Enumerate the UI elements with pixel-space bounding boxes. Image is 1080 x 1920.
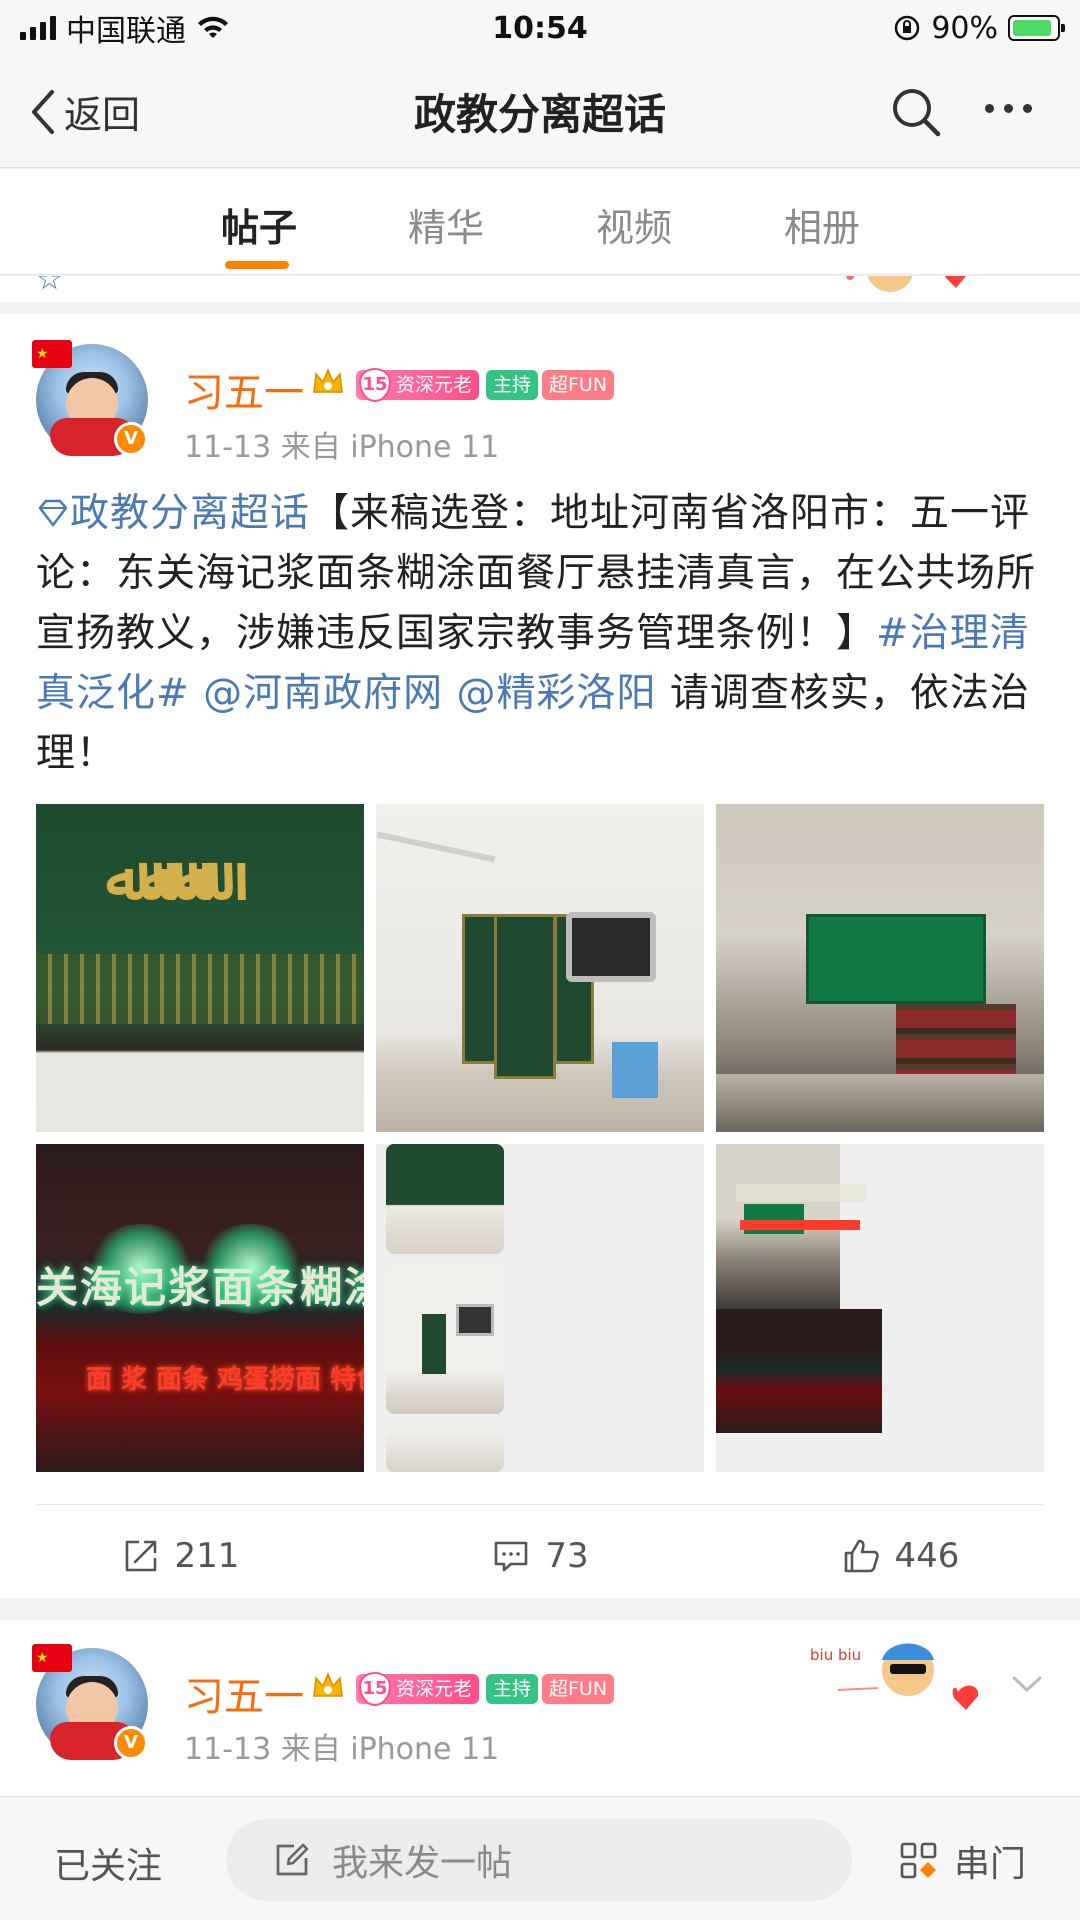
photo-sign-text: 关海记浆面条糊涂面: [36, 1263, 364, 1312]
more-icon[interactable]: [985, 104, 1032, 113]
level-badge: 15 资深元老: [356, 368, 480, 402]
battery-percent: 90%: [931, 10, 998, 46]
carrier-label: 中国联通: [66, 14, 186, 49]
sticker-decoration: biu biu: [810, 1643, 979, 1710]
photo-thumbnail[interactable]: [716, 1144, 1044, 1472]
battery-icon: [1008, 15, 1065, 41]
photo-thumbnail[interactable]: 关海记浆面条糊涂面 面 浆 面条 鸡蛋捞面 特色: [36, 1144, 364, 1472]
topic-link[interactable]: 政教分离超话: [70, 491, 310, 536]
tab-bar: 帖子 精华 视频 相册: [0, 169, 1080, 275]
wifi-icon: [198, 16, 228, 38]
username[interactable]: 习五一: [184, 360, 304, 418]
share-icon: [125, 1540, 156, 1572]
mention-link[interactable]: @精彩洛阳: [457, 671, 657, 716]
verified-badge-icon: V: [114, 422, 148, 456]
tab-featured[interactable]: 精华: [408, 197, 484, 252]
photo-thumbnail[interactable]: [716, 804, 1044, 1132]
avatar[interactable]: ★ V: [32, 1644, 148, 1760]
thumbs-up-icon: [844, 1539, 879, 1573]
level-badge: 15 资深元老: [356, 1672, 480, 1706]
like-button[interactable]: 446: [720, 1514, 1080, 1598]
search-icon[interactable]: [888, 84, 944, 140]
comment-button[interactable]: 73: [360, 1514, 720, 1598]
grid-icon: [900, 1842, 937, 1879]
previous-card-peek: ☆: [0, 276, 1080, 312]
photo-thumbnail[interactable]: ﷲﷲﷲ: [36, 804, 364, 1132]
fun-badge: 超FUN: [542, 370, 615, 400]
repost-button[interactable]: 211: [0, 1514, 360, 1598]
bottom-bar: 已关注 我来发一帖 串门: [0, 1796, 1080, 1920]
follow-button[interactable]: 已关注: [54, 1837, 162, 1889]
tab-album[interactable]: 相册: [784, 197, 860, 252]
chevron-down-icon[interactable]: [1010, 1674, 1044, 1694]
signal-icon: [20, 16, 56, 40]
active-tab-indicator: [225, 261, 289, 269]
compose-button[interactable]: 我来发一帖: [226, 1819, 852, 1901]
avatar[interactable]: ★ V: [32, 340, 148, 456]
status-bar: 中国联通 10:54 90%: [0, 0, 1080, 56]
host-badge: 主持: [486, 370, 539, 400]
post-meta: 11-13 来自 iPhone 11: [184, 430, 500, 465]
comment-count: 73: [545, 1536, 589, 1576]
flag-icon: ★: [32, 1644, 72, 1672]
chuanmen-label: 串门: [954, 1844, 1027, 1885]
divider: [36, 1504, 1044, 1505]
post-meta: 11-13 来自 iPhone 11: [184, 1732, 500, 1767]
repost-count: 211: [174, 1536, 240, 1576]
mention-link[interactable]: @河南政府网: [203, 671, 443, 716]
back-button[interactable]: 返回: [26, 84, 140, 139]
photo-thumbnail[interactable]: [376, 804, 704, 1132]
star-icon: ☆: [36, 276, 63, 297]
post-body: 政教分离超话【来稿选登：地址河南省洛阳市：五一评论：东关海记浆面条糊涂面餐厅悬挂…: [36, 484, 1036, 784]
compose-placeholder: 我来发一帖: [332, 1843, 513, 1884]
flag-icon: ★: [32, 340, 72, 368]
edit-icon: [276, 1843, 309, 1876]
photo-led-text: 面 浆 面条 鸡蛋捞面 特色: [86, 1365, 364, 1395]
comment-icon: [495, 1541, 528, 1572]
host-badge: 主持: [486, 1674, 539, 1704]
chevron-left-icon: [32, 89, 54, 134]
crown-icon: [313, 1672, 343, 1697]
post-card[interactable]: ★ V 习五一 15 资深元老 主持 超FUN 11-13 来自 iPhone 1…: [0, 1620, 1080, 1796]
post-card[interactable]: ★ V 习五一 15 资深元老 主持 超FUN 11-13 来自 iPhone 1…: [0, 314, 1080, 1598]
nav-bar: 返回 政教分离超话: [0, 56, 1080, 168]
tab-videos[interactable]: 视频: [596, 197, 672, 252]
post-actions: 211 73 446: [0, 1514, 1080, 1598]
photo-grid: ﷲﷲﷲ 关海记浆面条糊涂面 面 浆 面条 鸡蛋捞面 特色: [36, 804, 1044, 1472]
clock: 10:54: [492, 10, 588, 46]
verified-badge-icon: V: [114, 1726, 148, 1760]
topic-diamond-icon: [38, 499, 68, 527]
fun-badge: 超FUN: [542, 1674, 615, 1704]
crown-icon: [313, 368, 343, 393]
like-count: 446: [894, 1536, 960, 1576]
sticker-decoration: [846, 276, 966, 292]
tab-posts[interactable]: 帖子: [221, 197, 297, 252]
sticker-text: biu biu: [810, 1646, 861, 1664]
chuanmen-button[interactable]: 串门: [898, 1835, 1026, 1887]
username[interactable]: 习五一: [184, 1664, 304, 1722]
orientation-lock-icon: [895, 15, 920, 41]
photo-thumbnail[interactable]: [376, 1144, 704, 1472]
back-label: 返回: [64, 93, 141, 137]
